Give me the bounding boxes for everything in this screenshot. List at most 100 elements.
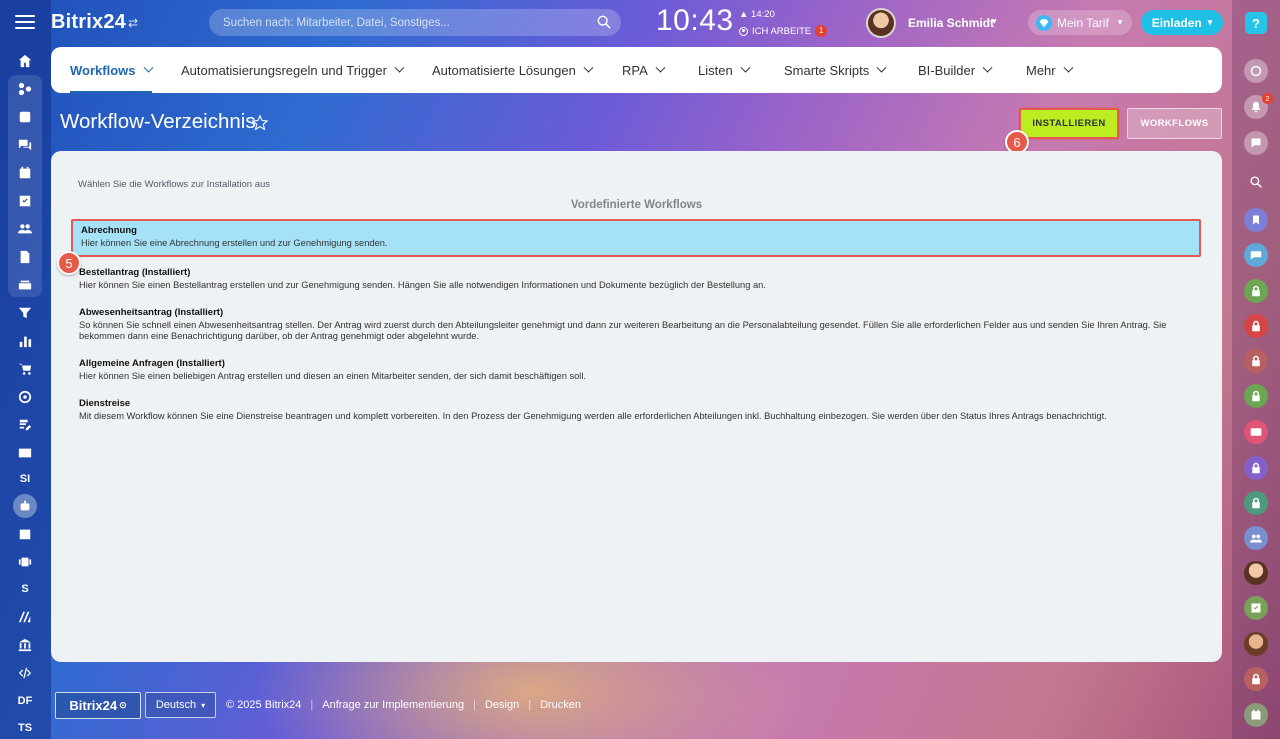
separator: |	[473, 699, 476, 711]
target-icon[interactable]	[14, 386, 36, 408]
sidebar-label-ts[interactable]: TS	[14, 717, 36, 739]
checklist-icon[interactable]	[14, 190, 36, 212]
workflow-item-allgemeine-anfragen[interactable]: Allgemeine Anfragen (Installiert) Hier k…	[79, 358, 1199, 382]
checklist-icon[interactable]	[1244, 596, 1268, 620]
messenger-icon[interactable]	[1244, 131, 1268, 155]
contact-card-icon[interactable]	[1244, 420, 1268, 444]
schedule-icon[interactable]	[14, 523, 36, 545]
footer-logo-text: Bitrix24	[69, 698, 118, 713]
tab-lists[interactable]: Listen	[698, 47, 751, 93]
bitrix24-logo[interactable]: Bitrix24	[51, 11, 126, 34]
tab-automation-rules[interactable]: Automatisierungsregeln und Trigger	[181, 47, 405, 93]
portal-settings-icon[interactable]: ⇄	[128, 16, 138, 30]
clock: 10:43	[656, 4, 734, 37]
star-icon[interactable]	[251, 114, 269, 132]
copilot-icon[interactable]	[1244, 59, 1268, 83]
contact-card-icon[interactable]	[14, 442, 36, 464]
sidebar-label-s[interactable]: S	[14, 578, 36, 600]
tab-label: Listen	[698, 62, 733, 78]
workflow-description: Hier können Sie einen Bestellantrag erst…	[79, 280, 766, 290]
chevron-down-icon: ▾	[1207, 17, 1213, 27]
lock-icon[interactable]	[1244, 667, 1268, 691]
broadcast-icon[interactable]	[14, 551, 36, 573]
tab-smart-scripts[interactable]: Smarte Skripts	[784, 47, 887, 93]
user-menu-caret-icon[interactable]: ▾	[992, 16, 997, 27]
chevron-down-icon	[982, 62, 993, 73]
tab-more[interactable]: Mehr	[1026, 47, 1074, 93]
lock-icon[interactable]	[1244, 314, 1268, 338]
edit-list-icon[interactable]	[14, 414, 36, 436]
search-icon[interactable]	[597, 15, 611, 29]
install-button[interactable]: INSTALLIEREN	[1019, 108, 1119, 139]
home-icon[interactable]	[14, 50, 36, 72]
tariff-button[interactable]: Mein Tarif ▾	[1028, 10, 1132, 35]
help-icon[interactable]: ?	[1245, 12, 1267, 34]
search-icon[interactable]	[1244, 170, 1268, 194]
chat-group-icon[interactable]	[1244, 243, 1268, 267]
separator: |	[528, 699, 532, 711]
work-status[interactable]: ICH ARBEITE 1	[739, 25, 828, 37]
developer-icon[interactable]	[14, 662, 36, 684]
workflow-item-dienstreise[interactable]: Dienstreise Mit diesem Workflow können S…	[79, 398, 1199, 422]
chevron-down-icon	[583, 62, 594, 73]
bookmark-icon[interactable]	[1244, 208, 1268, 232]
menu-toggle-icon[interactable]	[13, 12, 37, 32]
lock-icon[interactable]	[1244, 279, 1268, 303]
sidebar-label-df[interactable]: DF	[14, 690, 36, 712]
search-bar[interactable]	[209, 9, 621, 36]
document-icon[interactable]	[14, 246, 36, 268]
tasks-icon[interactable]	[14, 106, 36, 128]
tab-label: Mehr	[1026, 62, 1056, 78]
language-select[interactable]: Deutsch ▾	[145, 692, 216, 718]
workflow-item-abwesenheitsantrag[interactable]: Abwesenheitsantrag (Installiert) So könn…	[79, 307, 1199, 342]
group-chat-icon[interactable]	[1244, 526, 1268, 550]
lock-icon[interactable]	[1244, 349, 1268, 373]
user-name[interactable]: Emilia Schmidt	[908, 16, 994, 30]
lock-icon[interactable]	[1244, 491, 1268, 515]
workflow-item-abrechnung[interactable]: Abrechnung Hier können Sie eine Abrechnu…	[71, 219, 1201, 257]
page-title: Workflow-Verzeichnis	[60, 110, 256, 133]
crm-icon[interactable]	[14, 78, 36, 100]
footer-link-print[interactable]: Drucken	[540, 699, 581, 711]
bank-icon[interactable]	[14, 634, 36, 656]
team-icon[interactable]	[14, 218, 36, 240]
cart-icon[interactable]	[14, 358, 36, 380]
lock-icon[interactable]	[1244, 456, 1268, 480]
tab-bi-builder[interactable]: BI-Builder	[918, 47, 993, 93]
invite-button[interactable]: Einladen ▾	[1141, 10, 1223, 35]
top-navigation: Workflows Automatisierungsregeln und Tri…	[51, 47, 1222, 93]
lock-icon[interactable]	[1244, 384, 1268, 408]
user-avatar[interactable]	[1244, 632, 1268, 656]
workflow-title: Abwesenheitsantrag (Installiert)	[79, 307, 224, 318]
footer-link-design[interactable]: Design	[485, 699, 519, 711]
marketing-icon[interactable]	[14, 606, 36, 628]
tab-rpa[interactable]: RPA	[622, 47, 666, 93]
content-panel: Wählen Sie die Workflows zur Installatio…	[51, 151, 1222, 662]
sidebar-label-text: TS	[17, 722, 33, 734]
filter-icon[interactable]	[14, 302, 36, 324]
tab-label: Automatisierungsregeln und Trigger	[181, 62, 387, 78]
search-input[interactable]	[223, 9, 583, 36]
chevron-down-icon: ▾	[201, 700, 206, 710]
calendar-icon[interactable]	[1244, 703, 1268, 727]
sidebar-label-si[interactable]: SI	[14, 468, 36, 490]
robot-icon[interactable]	[14, 495, 36, 517]
workflow-description: Hier können Sie eine Abrechnung erstelle…	[81, 238, 388, 248]
tab-automated-solutions[interactable]: Automatisierte Lösungen	[432, 47, 594, 93]
left-sidebar: SI S DF TS	[0, 0, 51, 739]
analytics-icon[interactable]	[14, 330, 36, 352]
workflows-button[interactable]: WORKFLOWS	[1127, 108, 1222, 139]
step-badge: 5	[57, 251, 81, 275]
workflow-item-bestellantrag[interactable]: Bestellantrag (Installiert) Hier können …	[79, 267, 1199, 291]
footer-link-implementation[interactable]: Anfrage zur Implementierung	[322, 699, 464, 711]
user-avatar[interactable]	[1244, 561, 1268, 585]
calendar-icon[interactable]	[14, 162, 36, 184]
user-avatar[interactable]	[866, 8, 896, 38]
tab-workflows[interactable]: Workflows	[70, 47, 153, 93]
tab-label: Workflows	[70, 62, 136, 78]
workflow-title: Dienstreise	[79, 398, 131, 409]
drive-icon[interactable]	[14, 274, 36, 296]
clock-icon: ⊙	[119, 700, 127, 710]
chat-icon[interactable]	[14, 134, 36, 156]
footer-logo[interactable]: Bitrix24 ⊙	[55, 692, 141, 719]
